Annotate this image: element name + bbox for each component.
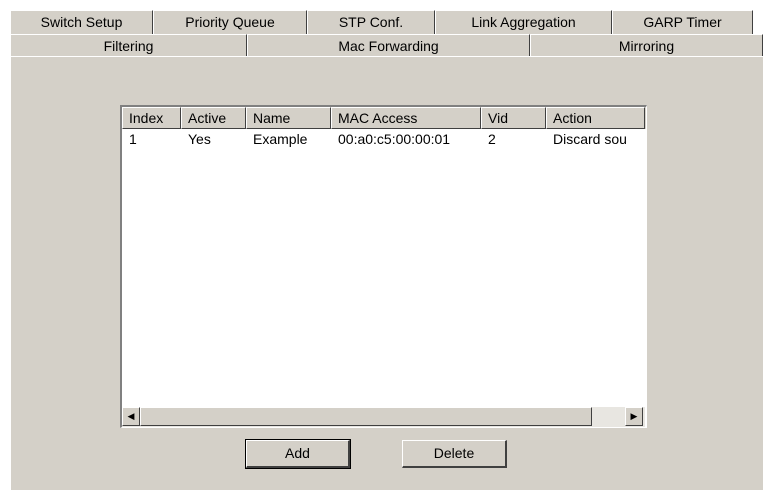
column-header-mac-access[interactable]: MAC Access [331, 107, 481, 129]
add-button[interactable]: Add [245, 439, 351, 469]
cell-action: Discard sou [553, 131, 627, 147]
scroll-right-arrow-icon[interactable]: ▶ [625, 407, 643, 426]
filter-table[interactable]: Index Active Name MAC Access Vid Action … [120, 105, 647, 428]
tab-link-aggregation[interactable]: Link Aggregation [435, 10, 612, 34]
scroll-thumb[interactable] [140, 407, 592, 426]
tab-garp-timer[interactable]: GARP Timer [612, 10, 753, 34]
tab-row-2: Filtering Mac Forwarding Mirroring [10, 34, 763, 60]
tab-stp-conf[interactable]: STP Conf. [307, 10, 435, 34]
horizontal-scrollbar[interactable]: ◀ ▶ [122, 407, 645, 427]
tab-mac-forwarding[interactable]: Mac Forwarding [247, 34, 530, 58]
cell-active: Yes [188, 131, 211, 147]
tab-priority-queue[interactable]: Priority Queue [153, 10, 307, 34]
column-header-active[interactable]: Active [181, 107, 246, 129]
delete-button[interactable]: Delete [402, 440, 507, 468]
cell-index: 1 [129, 131, 137, 147]
cell-mac-access: 00:a0:c5:00:00:01 [338, 131, 451, 147]
tab-row-1: Switch Setup Priority Queue STP Conf. Li… [10, 10, 753, 34]
tab-switch-setup[interactable]: Switch Setup [10, 10, 153, 34]
column-header-name[interactable]: Name [246, 107, 331, 129]
column-header-action[interactable]: Action [546, 107, 645, 129]
tab-mirroring[interactable]: Mirroring [530, 34, 763, 58]
cell-name: Example [253, 131, 308, 147]
column-header-index[interactable]: Index [122, 107, 181, 129]
column-header-vid[interactable]: Vid [481, 107, 546, 129]
table-row[interactable]: 1 Yes Example 00:a0:c5:00:00:01 2 Discar… [122, 129, 646, 149]
scroll-left-arrow-icon[interactable]: ◀ [122, 407, 140, 426]
cell-vid: 2 [488, 131, 496, 147]
table-header: Index Active Name MAC Access Vid Action [122, 107, 646, 129]
